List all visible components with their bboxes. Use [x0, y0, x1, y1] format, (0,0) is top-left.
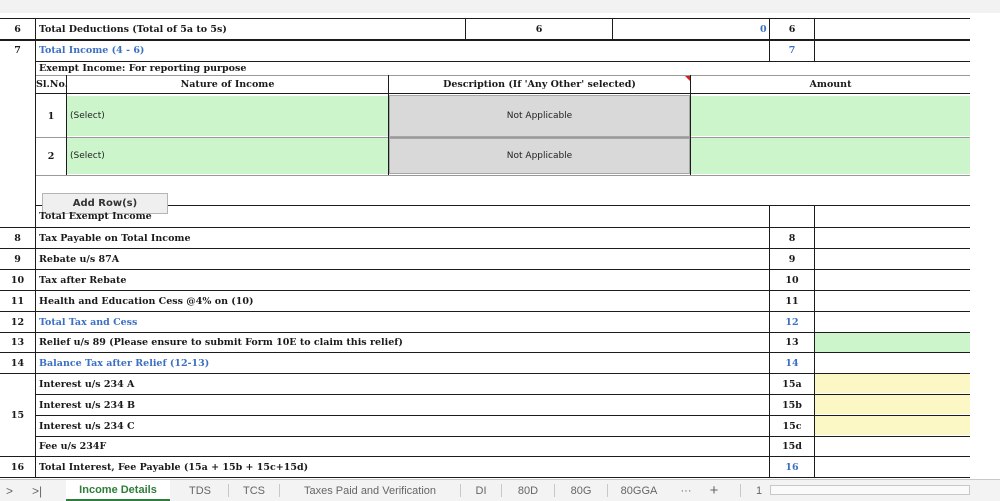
- row-number: 10: [10, 274, 25, 286]
- interest-code: 15d: [782, 441, 802, 452]
- row-label: Total Tax and Cess: [39, 316, 138, 328]
- horizontal-scrollbar[interactable]: [770, 485, 970, 495]
- grid-line: [35, 394, 970, 395]
- grid-line: [35, 137, 970, 138]
- more-sheets-button[interactable]: ···: [672, 480, 700, 501]
- interest-234c-input[interactable]: [815, 416, 970, 435]
- grid-line: [612, 18, 613, 39]
- tab-tds[interactable]: TDS: [172, 480, 228, 501]
- row-number: 15: [10, 409, 25, 421]
- sheet-counter: 1: [755, 484, 763, 497]
- relief-89-input[interactable]: [815, 333, 970, 352]
- tab-separator: [740, 484, 741, 497]
- tab-di[interactable]: DI: [461, 480, 501, 501]
- interest-label: Fee u/s 234F: [39, 441, 107, 452]
- row-number: 14: [10, 357, 25, 369]
- exempt-row-1-slno: 1: [47, 110, 55, 122]
- interest-label: Interest u/s 234 A: [39, 378, 135, 390]
- row-label: Tax after Rebate: [39, 274, 127, 286]
- tab-80gga[interactable]: 80GGA: [608, 480, 670, 501]
- exempt-row-2-nature-select[interactable]: [67, 138, 388, 174]
- prev-sheet-button[interactable]: >: [6, 480, 13, 501]
- header-amount: Amount: [809, 79, 852, 90]
- tab-income-details[interactable]: Income Details: [66, 480, 170, 501]
- row-number: 8: [14, 232, 21, 244]
- row-label: Relief u/s 89 (Please ensure to submit F…: [39, 337, 403, 348]
- interest-code: 15c: [782, 420, 802, 432]
- interest-code: 15a: [782, 378, 802, 390]
- interest-234b-input[interactable]: [815, 395, 970, 414]
- grid-line: [0, 269, 970, 270]
- interest-code: 15b: [782, 399, 802, 411]
- row-code: 7: [788, 45, 796, 56]
- row-label: Total Income (4 - 6): [39, 45, 145, 56]
- row-label: Total Deductions (Total of 5a to 5s): [39, 23, 227, 35]
- tab-80g[interactable]: 80G: [555, 480, 607, 501]
- row-label: Health and Education Cess @4% on (10): [39, 295, 254, 307]
- row-code: 13: [785, 337, 799, 348]
- row-number: 7: [14, 45, 21, 56]
- row-number: 16: [10, 461, 25, 473]
- row-number: 13: [10, 337, 25, 348]
- row-code: 12: [785, 316, 799, 328]
- row-label: Balance Tax after Relief (12-13): [39, 357, 210, 369]
- row-label: Rebate u/s 87A: [39, 253, 120, 265]
- add-sheet-button[interactable]: +: [702, 480, 726, 501]
- row-code: 8: [788, 232, 796, 244]
- header-description: Description (If 'Any Other' selected): [443, 79, 636, 90]
- row-label: Tax Payable on Total Income: [39, 232, 191, 244]
- row-number: 6: [14, 23, 21, 35]
- total-exempt-income-label: Total Exempt Income: [39, 211, 152, 222]
- tab-80d[interactable]: 80D: [502, 480, 554, 501]
- grid-line: [0, 477, 970, 478]
- row-code: 6: [788, 23, 796, 35]
- exempt-row-2-amount-input[interactable]: [691, 138, 970, 174]
- grid-line: [35, 175, 970, 176]
- row-code: 14: [785, 357, 799, 369]
- grid-line: [35, 93, 970, 94]
- row-label: Total Interest, Fee Payable (15a + 15b +…: [39, 461, 309, 473]
- row-code: 16: [785, 461, 799, 473]
- tab-taxes-paid[interactable]: Taxes Paid and Verification: [280, 480, 460, 501]
- grid-line: [0, 373, 970, 374]
- row-number: 9: [14, 253, 21, 265]
- exempt-row-2-nature-value[interactable]: (Select): [70, 138, 105, 174]
- row-code: 9: [788, 253, 796, 265]
- exempt-row-1-nature-value[interactable]: (Select): [70, 96, 105, 136]
- exempt-row-2-description: Not Applicable: [389, 138, 690, 174]
- interest-label: Interest u/s 234 C: [39, 420, 135, 432]
- grid-line: [0, 39, 970, 41]
- sheet-tab-bar: > >| Income Details TDS TCS Taxes Paid a…: [0, 479, 1000, 501]
- top-strip: [0, 0, 1000, 13]
- row-number: 11: [10, 295, 25, 307]
- row-code: 10: [785, 274, 799, 286]
- grid-line: [814, 18, 815, 62]
- interest-234a-input[interactable]: [815, 374, 970, 393]
- grid-line: [0, 248, 970, 249]
- grid-line: [35, 205, 970, 206]
- exempt-row-2-slno: 2: [47, 150, 55, 162]
- exempt-row-1-description: Not Applicable: [389, 95, 690, 137]
- last-sheet-button[interactable]: >|: [32, 480, 42, 501]
- grid-line: [35, 436, 970, 437]
- interest-label: Interest u/s 234 B: [39, 399, 136, 411]
- header-nature-of-income: Nature of Income: [180, 79, 275, 90]
- income-details-sheet: Not Applicable Not Applicable 6 Total De…: [0, 13, 970, 479]
- tab-tcs[interactable]: TCS: [229, 480, 279, 501]
- header-slno: Sl.No.: [36, 79, 68, 90]
- exempt-row-1-amount-input[interactable]: [691, 96, 970, 136]
- exempt-row-1-nature-select[interactable]: [67, 96, 388, 136]
- row-subtotal-code: 6: [535, 23, 543, 35]
- row-number: 12: [10, 316, 25, 328]
- grid-line: [0, 311, 970, 312]
- total-deductions-value: 0: [760, 24, 767, 35]
- grid-line: [35, 415, 970, 416]
- row-code: 11: [785, 295, 799, 307]
- exempt-income-title: Exempt Income: For reporting purpose: [39, 63, 247, 74]
- grid-line: [814, 205, 815, 477]
